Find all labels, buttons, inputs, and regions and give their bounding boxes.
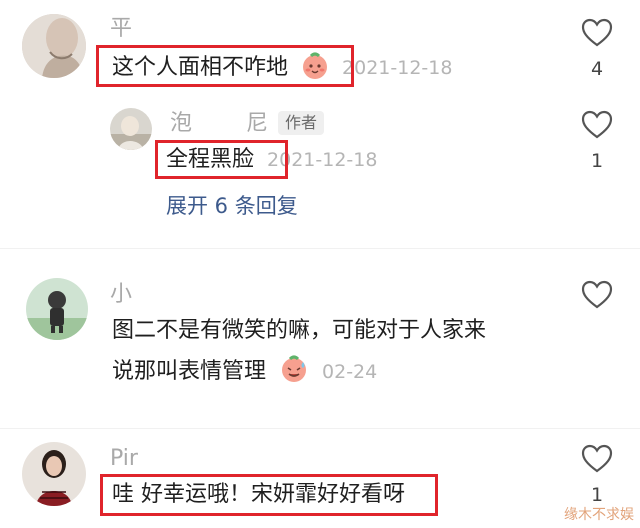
- reply-username[interactable]: 泡 尼作者: [170, 111, 325, 137]
- avatar-image: [22, 442, 86, 506]
- divider: [0, 248, 640, 249]
- like-heart-icon[interactable]: [580, 108, 614, 142]
- like-count: 4: [590, 58, 604, 80]
- reply-username-head: 泡: [170, 111, 193, 136]
- highlight-box: [96, 45, 354, 87]
- comment-date: 2021-12-18: [342, 57, 453, 79]
- avatar[interactable]: [22, 442, 86, 506]
- avatar-image: [22, 14, 86, 78]
- avatar-image: [26, 278, 88, 340]
- avatar[interactable]: [26, 278, 88, 340]
- comment-text-line: 图二不是有微笑的嘛，可能对于人家来: [112, 318, 487, 343]
- like-count: 1: [590, 484, 604, 506]
- like-heart-icon[interactable]: [580, 278, 614, 312]
- username[interactable]: 平: [110, 16, 132, 42]
- reply-username-tail: 尼: [246, 111, 269, 136]
- like-heart-icon[interactable]: [580, 442, 614, 476]
- username[interactable]: Pir: [110, 446, 138, 472]
- comment-item: Pir 哇 好幸运哦！宋妍霏好好看呀 1: [0, 436, 640, 528]
- sweat-smile-emoji-icon: [279, 354, 309, 393]
- highlight-box: [100, 474, 438, 516]
- avatar[interactable]: [110, 108, 152, 150]
- divider: [0, 428, 640, 429]
- expand-replies-link[interactable]: 展开 6 条回复: [166, 192, 298, 220]
- author-badge: 作者: [278, 111, 325, 135]
- comment-item: 小 图二不是有微笑的嘛，可能对于人家来 说那叫表情管理 02-24: [0, 270, 640, 420]
- avatar[interactable]: [22, 14, 86, 78]
- avatar-image: [110, 108, 152, 150]
- highlight-box: [155, 140, 288, 179]
- comment-text: 说那叫表情管理 02-24: [112, 354, 377, 393]
- like-count: 1: [590, 150, 604, 172]
- like-heart-icon[interactable]: [580, 16, 614, 50]
- comment-item: 平 这个人面相不咋地 2021-12-18 4 泡尼 作者 全程黑脸 2021-…: [0, 0, 640, 240]
- comment-date: 02-24: [322, 361, 378, 383]
- comment-body: 说那叫表情管理: [112, 359, 267, 384]
- watermark: 缘木不求娱: [564, 507, 634, 523]
- username[interactable]: 小: [110, 282, 132, 308]
